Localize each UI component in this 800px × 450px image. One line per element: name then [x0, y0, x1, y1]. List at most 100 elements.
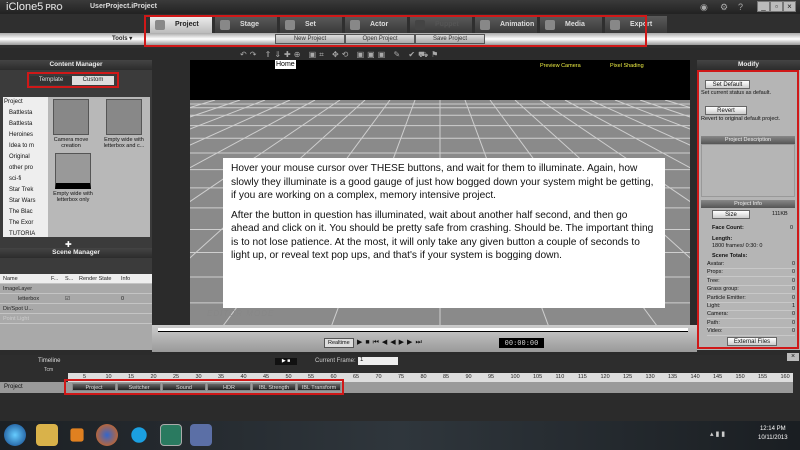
ruler-tick: 110	[555, 374, 565, 380]
tab-puppet[interactable]: Puppet	[410, 16, 472, 33]
viewport-toolbar[interactable]: ↶↷ ⇑⇓✚⊕ ▣⌗ ✥⟲ ▣▣▣ ✎ ✔⛟⚑	[150, 50, 690, 60]
tree-folder[interactable]: The Exor	[3, 218, 48, 229]
ruler-tick: 135	[668, 374, 678, 380]
total-label: Camera:	[707, 311, 729, 318]
folder-tree[interactable]: Project Battlesta Battlesta Heroines Idea to…	[3, 97, 48, 237]
gear-icon[interactable]: ⚙	[720, 2, 728, 13]
explorer-icon[interactable]	[36, 424, 58, 446]
table-row[interactable]: ImageLayer	[0, 284, 152, 294]
current-frame-input[interactable]: 1	[358, 357, 398, 365]
column-header[interactable]: F...	[48, 274, 62, 283]
tree-folder[interactable]: Battlesta	[3, 119, 48, 130]
ruler-tick: 75	[398, 374, 405, 380]
tab-set[interactable]: Set	[280, 16, 342, 33]
tab-media[interactable]: Media	[540, 16, 602, 33]
timeline-ruler[interactable]: 5 10 15 20 25 30 35 40 45 50 55 60 65 70 75 80 85 90 95 100…	[68, 373, 793, 382]
table-header: Name F... S... Render State Info	[0, 274, 152, 284]
video-app-icon[interactable]	[190, 424, 212, 446]
length-value: 1800 frames/ 0:30: 0	[712, 243, 763, 249]
length-label: Length:	[712, 236, 733, 242]
media-player-icon[interactable]	[70, 428, 84, 442]
iclone-taskbar-icon[interactable]	[160, 424, 182, 446]
preview-camera-select[interactable]: Preview Camera	[540, 63, 581, 69]
ruler-tick: 120	[600, 374, 610, 380]
column-header[interactable]: Name	[0, 274, 48, 283]
column-header[interactable]: Info	[118, 274, 130, 283]
revert-button[interactable]: Revert	[705, 106, 747, 115]
table-row[interactable]: Point Light	[0, 314, 152, 324]
tree-folder[interactable]: Idea to m	[3, 141, 48, 152]
tree-folder[interactable]: Heroines	[3, 130, 48, 141]
size-button[interactable]: Size	[712, 210, 750, 219]
playback-controls[interactable]: ▶■⏮◀◀▶▶⏭	[357, 338, 425, 347]
skype-icon[interactable]	[131, 427, 147, 443]
shading-select[interactable]: Pixel Shading	[610, 63, 644, 69]
timeline-play-button[interactable]: ▶ ■	[275, 358, 297, 365]
app-logo: iClone5 PRO	[6, 1, 63, 13]
column-header[interactable]: Render State	[76, 274, 118, 283]
total-value: 0	[791, 286, 795, 293]
total-label: Video:	[707, 328, 723, 335]
tab-project[interactable]: Project	[150, 16, 212, 33]
puppet-icon	[415, 19, 425, 30]
timeline-title: Timeline	[38, 358, 61, 364]
close-timeline-button[interactable]: ×	[787, 353, 799, 361]
track-button[interactable]: Project	[72, 383, 116, 391]
track-button[interactable]: HDR	[207, 383, 251, 391]
tree-folder[interactable]: TUTORIA	[3, 229, 48, 237]
tree-folder[interactable]: sci-fi	[3, 174, 48, 185]
tree-folder[interactable]: Star Trek	[3, 185, 48, 196]
tab-animation[interactable]: Animation	[475, 16, 537, 33]
tab-template[interactable]: Template	[30, 76, 72, 85]
realtime-button[interactable]: Realtime	[324, 338, 354, 348]
tab-custom[interactable]: Custom	[72, 76, 114, 85]
tools-menu[interactable]: Tools ▾	[112, 35, 132, 42]
system-clock[interactable]: 12:14 PM 10/11/2013	[758, 425, 788, 443]
ruler-tick: 150	[735, 374, 745, 380]
template-item[interactable]: Empty wide with letterbox and c...	[100, 99, 148, 149]
template-item[interactable]: Camera move creation	[51, 99, 91, 149]
close-button[interactable]: ×	[783, 1, 796, 12]
tab-export[interactable]: Export	[605, 16, 667, 33]
open-project-button[interactable]: Open Project	[345, 34, 415, 44]
home-tooltip: Home	[275, 60, 296, 69]
tab-actor[interactable]: Actor	[345, 16, 407, 33]
help-icon[interactable]: ?	[738, 2, 743, 12]
tree-folder[interactable]: Project	[3, 97, 48, 108]
track-button[interactable]: Switcher	[117, 383, 161, 391]
tab-stage[interactable]: Stage	[215, 16, 277, 33]
ruler-tick: 115	[578, 374, 587, 380]
tray-icons[interactable]: ▴ ▮ ▮	[710, 430, 725, 438]
start-button[interactable]	[4, 424, 26, 446]
new-project-button[interactable]: New Project	[275, 34, 345, 44]
update-icon[interactable]: ◉	[700, 2, 708, 13]
track-button[interactable]: IBL Transform	[297, 383, 341, 391]
table-row[interactable]: letterbox ☑ 0	[0, 294, 152, 304]
visible-checkbox[interactable]: ☑	[62, 294, 118, 303]
column-header[interactable]: S...	[62, 274, 76, 283]
modify-panel: Modify Set Default Set current status as…	[697, 60, 800, 350]
firefox-icon[interactable]	[96, 424, 118, 446]
minimize-button[interactable]: _	[757, 1, 770, 12]
tree-folder[interactable]: other pro	[3, 163, 48, 174]
ruler-tick: 60	[330, 374, 337, 380]
table-row[interactable]: Dir/Spot U...	[0, 304, 152, 314]
project-description-field[interactable]	[701, 144, 795, 197]
tree-folder[interactable]: Battlesta	[3, 108, 48, 119]
total-value: 0	[791, 319, 795, 326]
tree-folder[interactable]: Original	[3, 152, 48, 163]
set-default-button[interactable]: Set Default	[705, 80, 750, 89]
track-button[interactable]: Sound	[162, 383, 206, 391]
time-slider[interactable]	[158, 328, 688, 332]
tree-folder[interactable]: Star Wars	[3, 196, 48, 207]
template-item[interactable]: Empty wide with letterbox only	[51, 153, 95, 203]
project-icon	[155, 19, 165, 30]
maximize-button[interactable]: ▫	[770, 1, 783, 12]
save-project-button[interactable]: Save Project	[415, 34, 485, 44]
set-icon	[285, 19, 295, 30]
track-button[interactable]: IBL Strength	[252, 383, 296, 391]
current-frame-label: Current Frame:	[315, 358, 356, 364]
content-manager-title: Content Manager	[0, 60, 152, 70]
external-files-button[interactable]: External Files	[727, 337, 777, 346]
tree-folder[interactable]: The Blac	[3, 207, 48, 218]
